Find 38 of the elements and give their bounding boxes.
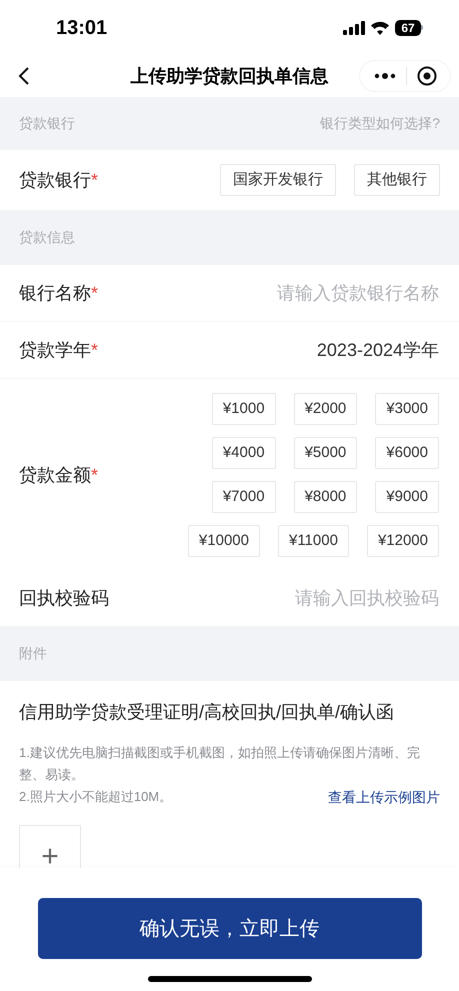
option-button[interactable]: ¥3000 [375,393,439,425]
option-button[interactable]: ¥1000 [212,393,276,425]
submit-button[interactable]: 确认无误，立即上传 [38,898,422,959]
option-button[interactable]: 国家开发银行 [220,164,336,196]
option-button[interactable]: ¥10000 [188,525,260,557]
field-label: 贷款金额* [19,464,98,486]
field-label: 贷款银行* [19,168,98,192]
field-value[interactable]: 2023-2024学年 [316,336,439,364]
option-button[interactable]: ¥4000 [212,437,276,469]
text-input[interactable]: 请输入回执校验码 [219,585,439,612]
option-button[interactable]: ¥2000 [294,393,358,425]
attachment-title: 信用助学贷款受理证明/高校回执/回执单/确认函 [19,701,396,724]
status-time: 13:01 [56,16,108,40]
option-button[interactable]: ¥8000 [294,481,358,513]
note-text: 1.建议优先电脑扫描截图或手机截图，如拍照上传请确保图片清晰、完整、易读。 [19,744,421,784]
more-icon[interactable] [374,73,396,79]
field-label: 贷款学年* [19,338,98,362]
option-button[interactable]: ¥6000 [375,437,439,469]
note-text: 2.照片大小不能超过10M。 [19,788,172,806]
option-button[interactable]: ¥9000 [375,481,439,513]
example-link[interactable]: 查看上传示例图片 [328,786,440,808]
field-label: 银行名称* [19,282,98,304]
back-icon[interactable] [18,66,30,86]
close-icon[interactable] [417,66,437,86]
option-button[interactable]: 其他银行 [354,164,440,196]
option-button[interactable]: ¥12000 [366,525,439,557]
field-label: 回执校验码 [19,587,109,610]
section-header: 附件 [19,644,47,663]
signal-icon [343,20,365,34]
option-button[interactable]: ¥11000 [278,525,349,557]
section-header: 贷款银行 [19,114,75,133]
wifi-icon [371,20,389,34]
option-button[interactable]: ¥5000 [294,437,358,469]
option-button[interactable]: ¥7000 [212,481,276,513]
section-header: 贷款信息 [19,228,75,247]
page-title: 上传助学贷款回执单信息 [130,64,328,88]
battery-indicator: 67 [395,20,421,36]
text-input[interactable]: 请输入贷款银行名称 [219,280,439,306]
